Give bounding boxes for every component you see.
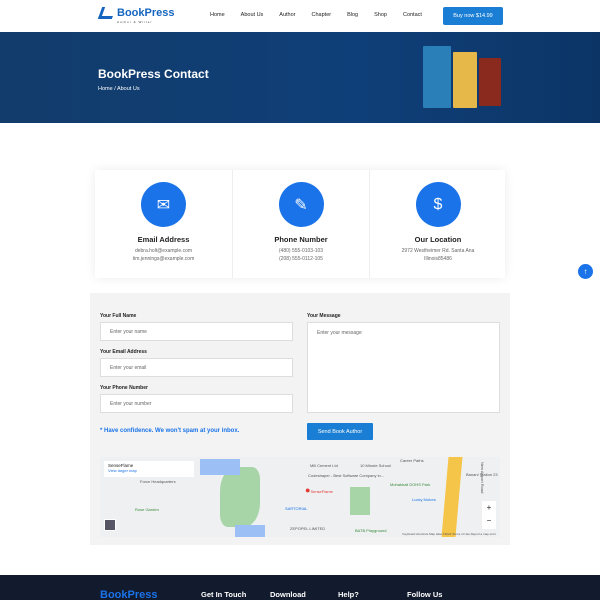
phone-2[interactable]: (208) 555-0112-105 <box>279 256 323 262</box>
map-zoom-controls: + − <box>482 501 496 529</box>
footer-heading: Help? <box>338 590 359 599</box>
spam-note: * Have confidence. We won't spam at your… <box>100 428 240 434</box>
footer-logo[interactable]: BookPress <box>100 589 157 601</box>
address-2: Illinois85486 <box>424 256 452 262</box>
map-label: Rose Garden <box>135 507 159 512</box>
email-label: Your Email Address <box>100 349 147 355</box>
breadcrumb[interactable]: Home / About Us <box>98 86 140 92</box>
menu-shop[interactable]: Shop <box>374 12 387 18</box>
map-label: ZEPOPEL LIMITED <box>290 526 326 531</box>
map-marker-icon[interactable]: ●SenseFlame <box>305 485 333 495</box>
logo-text: BookPress <box>117 7 175 19</box>
logo-subtitle: Author & Writer <box>117 20 153 24</box>
phone-input[interactable]: Enter your number <box>100 394 293 413</box>
phone-card: ✎ Phone Number (480) 555-0103-103 (208) 5… <box>232 170 369 278</box>
card-title: Email Address <box>137 235 190 244</box>
email-card: ✉ Email Address debra.holt@example.com ti… <box>95 170 232 278</box>
phone-icon: ✎ <box>278 182 324 227</box>
footer: BookPress Get In Touch Download Help? Fo… <box>0 575 600 601</box>
zoom-out-button[interactable]: − <box>482 514 496 527</box>
map-label: SARTORIAL <box>285 506 308 511</box>
buy-now-button[interactable]: Buy now $14.99 <box>443 7 503 25</box>
map-label: Banani Station 23 <box>466 472 498 477</box>
menu-home[interactable]: Home <box>210 12 225 18</box>
footer-heading: Follow Us <box>407 590 443 599</box>
email-2[interactable]: tim.jennings@example.com <box>133 256 195 262</box>
email-1[interactable]: debra.holt@example.com <box>135 248 192 254</box>
contact-info-cards: ✉ Email Address debra.holt@example.com ti… <box>95 170 505 278</box>
menu-chapter[interactable]: Chapter <box>312 12 332 18</box>
menu-blog[interactable]: Blog <box>347 12 358 18</box>
map-label: Mill Cement Ltd <box>310 463 338 468</box>
map-attribution[interactable]: Keyboard shortcuts Map data ©2022 Terms … <box>402 532 496 536</box>
map-label: Codeshaper - Best Software Company in... <box>308 473 385 478</box>
map-label: Lucky Motors <box>412 497 436 502</box>
contact-form: Your Full Name Enter your name Your Emai… <box>90 293 510 545</box>
view-larger-map-link[interactable]: View larger map <box>108 468 190 473</box>
card-title: Phone Number <box>274 235 328 244</box>
scroll-top-icon[interactable]: ↑ <box>578 264 593 279</box>
address-1: 2972 Westheimer Rd. Santa Ana <box>401 248 475 254</box>
email-icon: ✉ <box>141 182 186 227</box>
page-title: BookPress Contact <box>98 67 209 81</box>
map-label: Career Paths <box>400 458 424 463</box>
footer-heading: Get In Touch <box>201 590 247 599</box>
message-textarea[interactable]: Enter your message <box>307 322 500 413</box>
footer-heading: Download <box>270 590 306 599</box>
menu-contact[interactable]: Contact <box>403 12 422 18</box>
map-label: New Airport Road <box>480 462 485 494</box>
hero-banner: BookPress Contact Home / About Us <box>0 32 600 123</box>
location-card: $ Our Location 2972 Westheimer Rd. Santa… <box>369 170 506 278</box>
name-label: Your Full Name <box>100 313 137 319</box>
logo[interactable]: BookPress Author & Writer <box>97 7 175 24</box>
map-embed[interactable]: ●SenseFlame Codeshaper - Best Software C… <box>100 457 500 537</box>
menu-author[interactable]: Author <box>279 12 295 18</box>
main-menu: Home About Us Author Chapter Blog Shop C… <box>210 12 438 18</box>
book-logo-icon <box>97 7 117 19</box>
map-label: BATB Playground <box>355 528 387 533</box>
map-label: Mohakhali DOHS Park <box>390 482 431 487</box>
phone-1[interactable]: (480) 555-0103-103 <box>279 248 323 254</box>
menu-about[interactable]: About Us <box>241 12 264 18</box>
name-input[interactable]: Enter your name <box>100 322 293 341</box>
location-icon: $ <box>415 182 461 227</box>
phone-label: Your Phone Number <box>100 385 148 391</box>
satellite-toggle[interactable] <box>104 519 116 531</box>
message-label: Your Message <box>307 313 341 319</box>
map-label: Force Headquarters <box>140 479 176 484</box>
map-label: 10 Minute School <box>360 463 391 468</box>
map-info-card: SenseFlame View larger map <box>104 461 194 477</box>
zoom-in-button[interactable]: + <box>482 501 496 514</box>
top-nav: BookPress Author & Writer Home About Us A… <box>0 0 600 32</box>
card-title: Our Location <box>414 235 462 244</box>
send-button[interactable]: Send Book Author <box>307 423 373 440</box>
email-input[interactable]: Enter your email <box>100 358 293 377</box>
